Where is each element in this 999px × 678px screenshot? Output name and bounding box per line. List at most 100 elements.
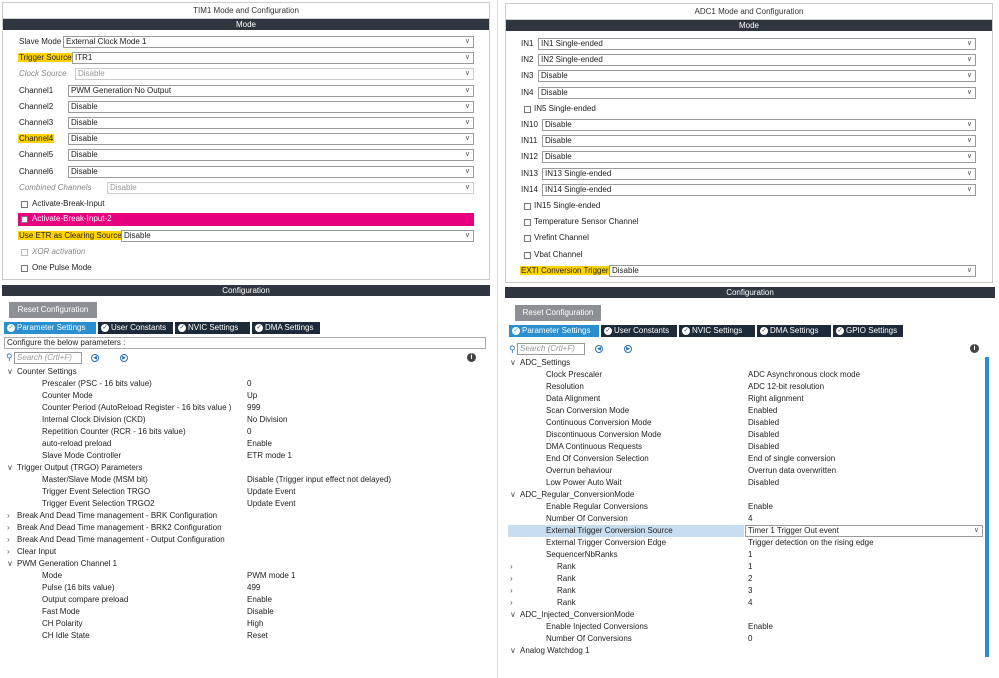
tree-item-value[interactable]: 4 (748, 514, 752, 523)
tree-group-label[interactable]: ADC_Regular_ConversionMode (520, 490, 634, 499)
tree-item-value[interactable]: Enable (748, 502, 773, 511)
tree-item-value[interactable]: Update Event (247, 487, 295, 496)
break-input-2-checkbox[interactable] (21, 216, 28, 223)
tree-item-value[interactable]: 499 (247, 583, 260, 592)
chevron-down-icon[interactable]: ∨ (510, 490, 516, 499)
adc1-channel-select[interactable]: IN1 Single-ended ∨ (538, 38, 976, 50)
tree-item-value[interactable]: Overrun data overwritten (748, 466, 836, 475)
tree-item-value[interactable]: Enable (748, 622, 773, 631)
tim1-field-select[interactable]: Disable ∨ (68, 165, 474, 178)
etr-clearing-select[interactable]: Disable ∨ (121, 230, 474, 242)
tree-item-value[interactable]: 1 (748, 562, 752, 571)
tab-dma-settings[interactable]: ✓ DMA Settings (252, 322, 320, 334)
tree-item-value[interactable]: Enable (247, 595, 272, 604)
tree-item-value[interactable]: 1 (748, 550, 752, 559)
adc1-channel-select[interactable]: IN2 Single-ended ∨ (538, 54, 976, 67)
tree-item-value[interactable]: Disable (Trigger input effect not delaye… (247, 475, 391, 484)
tab-user-constants[interactable]: ✓ User Constants (601, 325, 677, 337)
tree-item-value[interactable]: Disabled (748, 430, 779, 439)
adc1-search-input[interactable]: Search (Crtl+F) (517, 343, 585, 355)
chevron-right-icon[interactable]: › (510, 574, 513, 583)
chevron-right-icon[interactable]: › (7, 523, 10, 532)
chevron-down-icon[interactable]: ∨ (7, 559, 13, 568)
tree-item-value[interactable]: Trigger detection on the rising edge (748, 538, 874, 547)
trigger-source-select[interactable]: Timer 1 Trigger Out event ∨ (745, 525, 983, 537)
chevron-right-icon[interactable]: › (7, 535, 10, 544)
tree-group-label[interactable]: Clear Input (17, 547, 56, 556)
tree-group-label[interactable]: Counter Settings (17, 367, 77, 376)
tim1-field-select[interactable]: Disable ∨ (68, 133, 474, 146)
search-previous-icon[interactable]: ◀ (595, 345, 603, 353)
tree-item-value[interactable]: 2 (748, 574, 752, 583)
tim1-field-select[interactable]: Disable ∨ (68, 100, 474, 113)
search-next-icon[interactable]: ▶ (624, 345, 632, 353)
search-next-icon[interactable]: ▶ (120, 354, 128, 362)
tree-group-label[interactable]: PWM Generation Channel 1 (17, 559, 117, 568)
tree-item-value[interactable]: No Division (247, 415, 287, 424)
tree-item-value[interactable]: ETR mode 1 (247, 451, 292, 460)
tree-item-value[interactable]: Enable (247, 439, 272, 448)
one-pulse-checkbox[interactable] (21, 265, 28, 272)
chevron-right-icon[interactable]: › (7, 547, 10, 556)
chevron-down-icon[interactable]: ∨ (510, 358, 516, 367)
tim1-reset-button[interactable]: Reset Configuration (9, 302, 97, 318)
tree-item-value[interactable]: ADC Asynchronous clock mode (748, 370, 860, 379)
tim1-field-select[interactable]: Disable ∨ (68, 149, 474, 162)
adc1-channel-checkbox[interactable] (524, 219, 531, 227)
tree-item-value[interactable]: Disabled (748, 442, 779, 451)
tab-parameter-settings[interactable]: ✓ Parameter Settings (509, 325, 599, 337)
chevron-down-icon[interactable]: ∨ (7, 367, 13, 376)
tree-item-value[interactable]: 0 (748, 634, 752, 643)
chevron-right-icon[interactable]: › (7, 511, 10, 520)
tim1-field-select[interactable]: ITR1 ∨ (72, 52, 474, 65)
tab-parameter-settings[interactable]: ✓ Parameter Settings (4, 322, 96, 334)
chevron-right-icon[interactable]: › (510, 598, 513, 607)
tree-group-label[interactable]: Break And Dead Time management - BRK2 Co… (17, 523, 222, 532)
chevron-down-icon[interactable]: ∨ (7, 463, 13, 472)
adc1-channel-select[interactable]: Disable ∨ (542, 151, 976, 164)
chevron-right-icon[interactable]: › (510, 586, 513, 595)
tree-item-value[interactable]: High (247, 619, 263, 628)
tree-group-label[interactable]: Break And Dead Time management - BRK Con… (17, 511, 217, 520)
tree-item-value[interactable]: 0 (247, 427, 251, 436)
adc1-scrollbar[interactable] (985, 357, 989, 657)
tree-item-value[interactable]: Enabled (748, 406, 777, 415)
tab-nvic-settings[interactable]: ✓ NVIC Settings (175, 322, 250, 334)
adc1-reset-button[interactable]: Reset Configuration (515, 305, 601, 321)
tree-item-value[interactable]: End of single conversion (748, 454, 835, 463)
tree-group-label[interactable]: ADC_Injected_ConversionMode (520, 610, 634, 619)
tree-item-value[interactable]: PWM mode 1 (247, 571, 295, 580)
tree-item-value[interactable]: ADC 12-bit resolution (748, 382, 824, 391)
chevron-down-icon[interactable]: ∨ (510, 646, 516, 655)
tree-item-value[interactable]: 4 (748, 598, 752, 607)
adc1-channel-select[interactable]: Disable ∨ (538, 86, 976, 99)
tim1-field-select[interactable]: External Clock Mode 1 ∨ (63, 36, 474, 48)
tree-group-label[interactable]: Break And Dead Time management - Output … (17, 535, 225, 544)
tree-item-value[interactable]: Reset (247, 631, 268, 640)
tree-item-value[interactable]: Disable (247, 607, 274, 616)
tree-item-value[interactable]: 999 (247, 403, 260, 412)
adc1-channel-select[interactable]: IN14 Single-ended ∨ (542, 183, 976, 196)
tree-item-value[interactable]: Update Event (247, 499, 295, 508)
tab-nvic-settings[interactable]: ✓ NVIC Settings (679, 325, 755, 337)
adc1-channel-checkbox[interactable] (524, 203, 531, 210)
tree-group-label[interactable]: Analog Watchdog 1 (520, 646, 590, 655)
tim1-field-select[interactable]: PWM Generation No Output ∨ (68, 84, 474, 97)
adc1-channel-select[interactable]: Disable ∨ (542, 119, 976, 131)
tim1-field-select[interactable]: Disable ∨ (68, 117, 474, 129)
adc1-channel-select[interactable]: Disable ∨ (538, 70, 976, 83)
adc1-channel-select[interactable]: IN13 Single-ended ∨ (542, 167, 976, 180)
tab-gpio-settings[interactable]: ✓ GPIO Settings (833, 325, 903, 337)
adc1-channel-select[interactable]: Disable ∨ (609, 264, 976, 277)
tree-item-value[interactable]: 3 (748, 586, 752, 595)
tree-item-value[interactable]: Disabled (748, 418, 779, 427)
tab-user-constants[interactable]: ✓ User Constants (98, 322, 173, 334)
tree-item-value[interactable]: Right alignment (748, 394, 804, 403)
chevron-down-icon[interactable]: ∨ (510, 610, 516, 619)
break-input-checkbox[interactable] (21, 201, 28, 208)
adc1-channel-checkbox[interactable] (524, 235, 531, 243)
tree-group-label[interactable]: ADC_Settings (520, 358, 570, 367)
search-previous-icon[interactable]: ◀ (91, 354, 99, 362)
adc1-channel-checkbox[interactable] (524, 105, 531, 113)
tree-item-value[interactable]: 0 (247, 379, 251, 388)
